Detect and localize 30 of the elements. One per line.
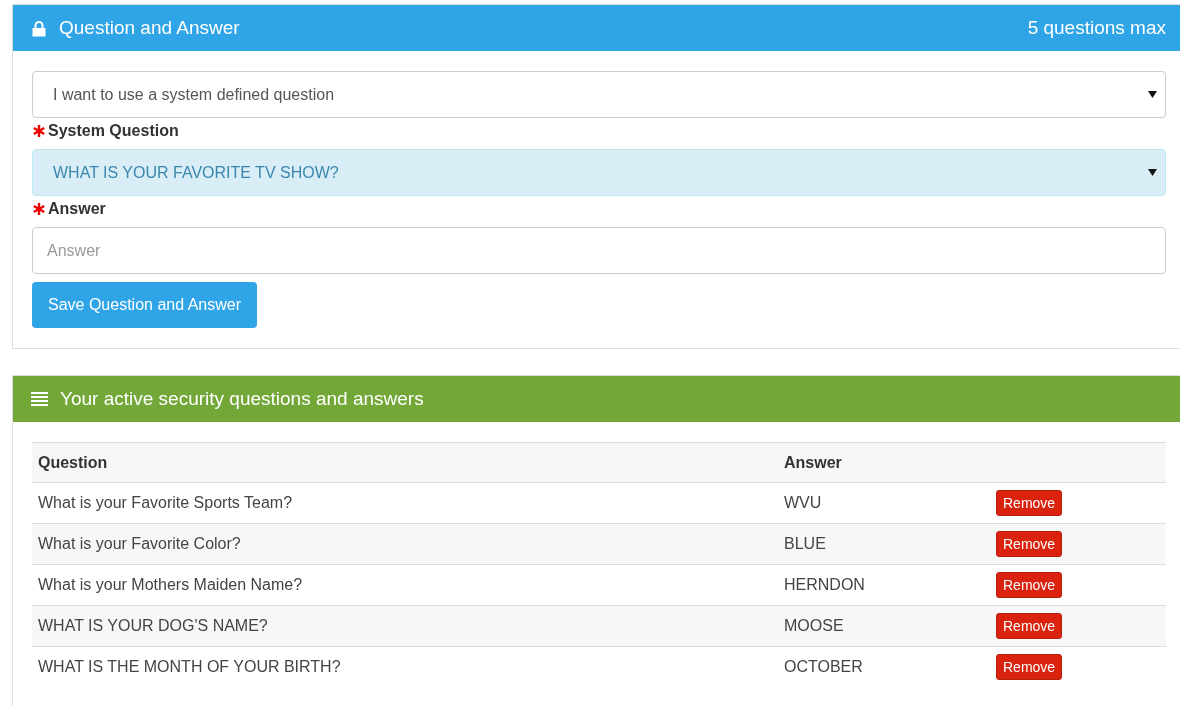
table-cell: OCTOBER [778,646,990,687]
question-select[interactable]: WHAT IS YOUR FAVORITE TV SHOW? [32,149,1166,196]
panel-title: Your active security questions and answers [60,388,425,410]
table-cell: What is your Favorite Color? [32,523,778,565]
save-button[interactable]: Save Question and Answer [32,282,257,328]
caret-icon [1148,91,1157,98]
table-cell: WHAT IS THE MONTH OF YOUR BIRTH? [32,646,778,687]
remove-button[interactable]: Remove [996,531,1063,557]
answer-field[interactable]: Answer [32,227,1166,274]
table-cell: HERNDON [778,564,990,606]
panel-title: Question and Answer [59,17,241,39]
table-cell: What is your Favorite Sports Team? [32,482,778,524]
list-icon [31,392,48,406]
remove-button[interactable]: Remove [996,654,1063,680]
question-limit: 5 questions max [1027,17,1166,39]
lock-icon [31,19,47,37]
column-header: Question [32,442,778,483]
remove-button[interactable]: Remove [996,490,1063,516]
table-cell: MOOSE [778,605,990,647]
table-cell: BLUE [778,523,990,565]
remove-button[interactable]: Remove [996,572,1063,598]
table-cell: WVU [778,482,990,524]
table-cell: What is your Mothers Maiden Name? [32,564,778,606]
field-label: System Question [48,122,179,140]
table-cell: WHAT IS YOUR DOG'S NAME? [32,605,778,647]
caret-icon [1148,169,1157,176]
remove-button[interactable]: Remove [996,613,1063,639]
question-type-select[interactable]: I want to use a system defined question [32,71,1166,118]
field-label: Answer [48,200,106,218]
column-header: Answer [778,442,990,483]
